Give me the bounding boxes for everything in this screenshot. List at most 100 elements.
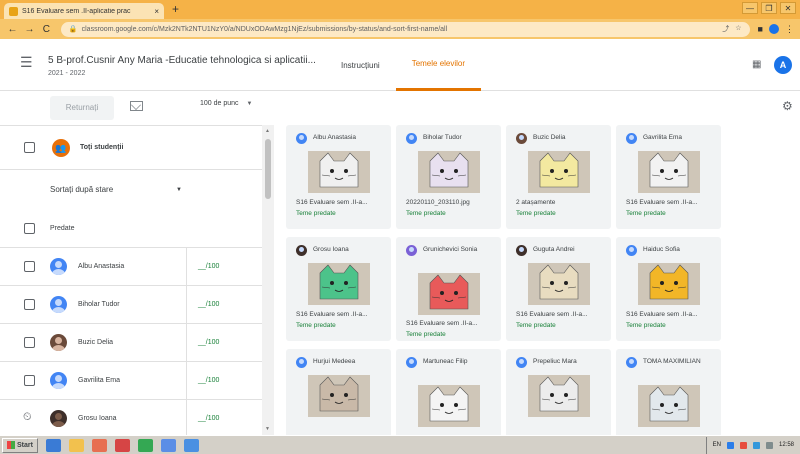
minimize-button[interactable]: —	[742, 2, 758, 14]
all-students-row[interactable]: 👥 Toți studenții	[0, 126, 262, 170]
email-icon[interactable]	[130, 101, 143, 111]
google-apps-icon[interactable]: ▦	[752, 59, 761, 70]
submission-thumbnail[interactable]	[418, 273, 480, 315]
start-button[interactable]: Start	[2, 437, 38, 453]
student-checkbox[interactable]	[24, 261, 35, 272]
main-menu-icon[interactable]: ☰	[20, 54, 33, 71]
attachment-name[interactable]: S16 Evaluare sem .II-a...	[626, 311, 698, 318]
browser-menu-icon[interactable]: ⋮	[785, 24, 794, 35]
sort-row[interactable]: Sortați după stare ▼	[0, 170, 262, 210]
language-indicator[interactable]: EN	[713, 442, 721, 448]
word-icon[interactable]	[160, 438, 176, 452]
sort-dropdown-label: Sortați după stare	[50, 185, 114, 194]
student-row[interactable]: ⏲ Grosu Ioana __/100	[0, 400, 262, 435]
student-checkbox[interactable]	[24, 299, 35, 310]
submission-card[interactable]: Gavrilita Ema S16 Evaluare sem .II-a... Te…	[616, 125, 721, 229]
section-checkbox[interactable]	[24, 223, 35, 234]
tab-instructions[interactable]: Instrucțiuni	[325, 39, 396, 91]
attachment-name[interactable]: S16 Evaluare sem .II-a...	[626, 199, 698, 206]
scroll-up-arrow-icon[interactable]: ▲	[265, 128, 270, 134]
account-avatar[interactable]: A	[774, 56, 792, 74]
bookmark-star-icon[interactable]: ☆	[735, 24, 741, 34]
submission-card[interactable]: Grunichevici Sonia S16 Evaluare sem .II-a…	[396, 237, 501, 341]
select-all-checkbox[interactable]	[24, 142, 35, 153]
attachment-name[interactable]: S16 Evaluare sem .II-a...	[296, 199, 368, 206]
submission-card[interactable]: TOMA MAXIMILIAN	[616, 349, 721, 435]
student-row[interactable]: Biholar Tudor __/100	[0, 286, 262, 324]
media-player-icon[interactable]	[91, 438, 107, 452]
chrome-active-window-icon[interactable]	[183, 438, 199, 452]
explorer-icon[interactable]	[45, 438, 61, 452]
reload-button[interactable]: C	[40, 24, 53, 35]
extension-icon[interactable]: ■	[758, 24, 763, 34]
profile-icon[interactable]	[768, 24, 779, 34]
browser-tab[interactable]: S16 Evaluare sem .II-aplicatie prac ×	[4, 3, 164, 19]
attachment-name[interactable]: S16 Evaluare sem .II-a...	[406, 320, 478, 327]
update-icon[interactable]	[752, 441, 760, 449]
student-row[interactable]: Albu Anastasia __/100	[0, 248, 262, 286]
submission-thumbnail[interactable]	[638, 385, 700, 427]
submission-status: Teme predate	[296, 210, 336, 217]
attachment-name[interactable]: S16 Evaluare sem .II-a...	[296, 311, 368, 318]
submission-thumbnail[interactable]	[418, 385, 480, 427]
submission-status: Teme predate	[516, 322, 556, 329]
submission-status: Teme predate	[296, 322, 336, 329]
grade-input[interactable]: __/100	[198, 339, 219, 346]
submission-card[interactable]: Albu Anastasia S16 Evaluare sem .II-a... T…	[286, 125, 391, 229]
submission-card[interactable]: Hurjui Medeea	[286, 349, 391, 435]
submission-thumbnail[interactable]	[638, 263, 700, 305]
student-checkbox[interactable]	[24, 375, 35, 386]
attachment-name[interactable]: 2 atașamente	[516, 199, 555, 206]
card-student-name: Guguta Andrei	[533, 246, 575, 253]
student-list-panel: 👥 Toți studenții Sortați după stare ▼ Pr…	[0, 125, 262, 435]
tab-student-work[interactable]: Temele elevilor	[395, 39, 482, 91]
scroll-down-arrow-icon[interactable]: ▼	[265, 426, 270, 432]
volume-icon[interactable]	[765, 441, 773, 449]
late-submission-icon: ⏲	[23, 411, 32, 423]
submission-card[interactable]: Martuneac Filip	[396, 349, 501, 435]
submission-thumbnail[interactable]	[308, 375, 370, 417]
submission-thumbnail[interactable]	[418, 151, 480, 193]
student-list-scrollbar[interactable]: ▲ ▼	[262, 125, 274, 435]
submission-thumbnail[interactable]	[308, 151, 370, 193]
student-checkbox[interactable]	[24, 337, 35, 348]
grade-input[interactable]: __/100	[198, 301, 219, 308]
close-tab-icon[interactable]: ×	[154, 7, 159, 16]
settings-gear-icon[interactable]: ⚙	[782, 99, 793, 113]
points-dropdown[interactable]: 100 de punc ▼	[200, 100, 253, 107]
url-bar[interactable]: 🔒 classroom.google.com/c/Mzk2NTk2NTU1NzY…	[60, 21, 750, 37]
submission-thumbnail[interactable]	[638, 151, 700, 193]
windows-taskbar: Start EN 12:58	[0, 435, 800, 454]
submission-thumbnail[interactable]	[528, 375, 590, 417]
submission-thumbnail[interactable]	[528, 263, 590, 305]
card-student-avatar	[516, 357, 527, 368]
scrollbar-thumb[interactable]	[265, 139, 271, 199]
student-row[interactable]: Gavrilita Ema __/100	[0, 362, 262, 400]
opera-icon[interactable]	[114, 438, 130, 452]
network-icon[interactable]	[726, 441, 734, 449]
submission-thumbnail[interactable]	[308, 263, 370, 305]
submission-card[interactable]: Guguta Andrei S16 Evaluare sem .II-a... Te…	[506, 237, 611, 341]
back-button[interactable]: ←	[6, 24, 19, 35]
security-icon[interactable]	[739, 441, 747, 449]
attachment-name[interactable]: S16 Evaluare sem .II-a...	[516, 311, 588, 318]
close-window-button[interactable]: ✕	[780, 2, 796, 14]
share-icon[interactable]: ⤴	[722, 24, 729, 34]
submission-card[interactable]: Biholar Tudor 20220110_203110.jpg Teme pre…	[396, 125, 501, 229]
submission-card[interactable]: Buzic Delia 2 atașamente Teme predate	[506, 125, 611, 229]
return-button[interactable]: Returnați	[50, 96, 114, 120]
grade-input[interactable]: __/100	[198, 263, 219, 270]
folder-icon[interactable]	[68, 438, 84, 452]
submission-card[interactable]: Haiduc Sofia S16 Evaluare sem .II-a... Tem…	[616, 237, 721, 341]
maximize-button[interactable]: ❐	[761, 2, 777, 14]
submission-card[interactable]: Grosu Ioana S16 Evaluare sem .II-a... Teme…	[286, 237, 391, 341]
chrome-icon[interactable]	[137, 438, 153, 452]
new-tab-button[interactable]: +	[172, 3, 179, 16]
grade-input[interactable]: __/100	[198, 377, 219, 384]
student-row[interactable]: Buzic Delia __/100	[0, 324, 262, 362]
forward-button[interactable]: →	[23, 24, 36, 35]
submission-card[interactable]: Prepeliuc Mara	[506, 349, 611, 435]
grade-input[interactable]: __/100	[198, 415, 219, 422]
submission-thumbnail[interactable]	[528, 151, 590, 193]
attachment-name[interactable]: 20220110_203110.jpg	[406, 199, 470, 206]
